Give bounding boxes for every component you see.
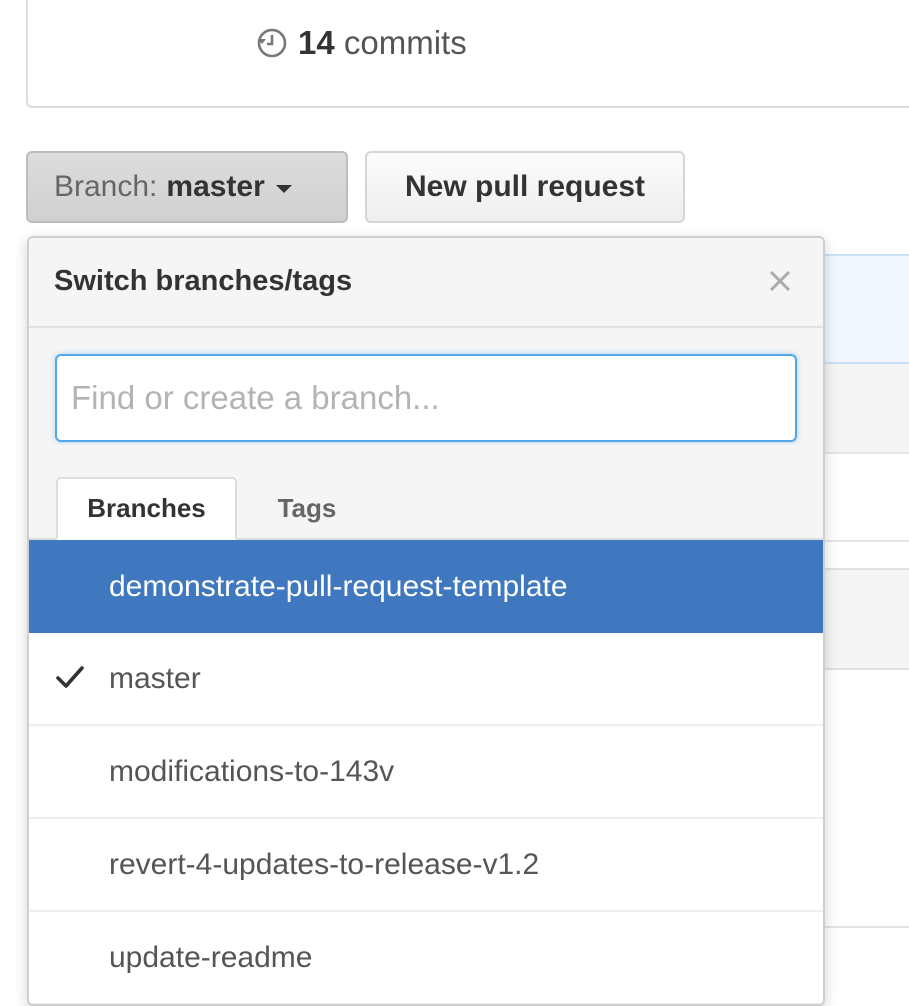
commits-link[interactable]: 14 commits — [256, 24, 467, 62]
background-row — [820, 568, 909, 670]
branch-item-label: master — [109, 661, 201, 695]
branch-item[interactable]: revert-4-updates-to-release-v1.2 — [29, 819, 823, 912]
history-icon — [257, 28, 287, 58]
tab-tags[interactable]: Tags — [237, 477, 377, 540]
branch-item-label: demonstrate-pull-request-template — [109, 569, 568, 603]
branch-item[interactable]: master — [29, 633, 823, 726]
commits-count: 14 — [298, 24, 335, 61]
background-row — [820, 926, 909, 996]
branch-search-input[interactable] — [55, 354, 797, 442]
background-row — [820, 254, 909, 364]
branch-item[interactable]: modifications-to-143v — [29, 726, 823, 819]
commits-label: commits — [343, 24, 467, 61]
current-branch-name: master — [166, 170, 265, 203]
new-pull-request-button[interactable]: New pull request — [365, 151, 685, 223]
tab-branches[interactable]: Branches — [56, 477, 237, 540]
close-icon[interactable] — [763, 264, 797, 298]
dropdown-header: Switch branches/tags — [29, 238, 823, 328]
filter-area — [29, 328, 823, 445]
background-row — [820, 454, 909, 542]
caret-down-icon — [275, 184, 292, 193]
background-row — [820, 364, 909, 454]
branch-item-label: revert-4-updates-to-release-v1.2 — [109, 847, 540, 881]
check-icon — [56, 666, 84, 688]
branch-switcher-dropdown: Switch branches/tags Branches Tags demon… — [27, 236, 825, 1006]
dropdown-title: Switch branches/tags — [54, 265, 353, 297]
branch-item[interactable]: update-readme — [29, 912, 823, 1004]
branch-select-button[interactable]: Branch: master — [26, 151, 348, 223]
branch-prefix: Branch: — [54, 170, 158, 203]
tab-bar: Branches Tags — [29, 445, 823, 540]
branch-item-label: modifications-to-143v — [109, 754, 395, 788]
branch-list: demonstrate-pull-request-template master… — [29, 540, 823, 1004]
repo-stats-bar: 14 commits — [26, 0, 909, 108]
branch-item-label: update-readme — [109, 940, 313, 974]
branch-item[interactable]: demonstrate-pull-request-template — [29, 540, 823, 633]
